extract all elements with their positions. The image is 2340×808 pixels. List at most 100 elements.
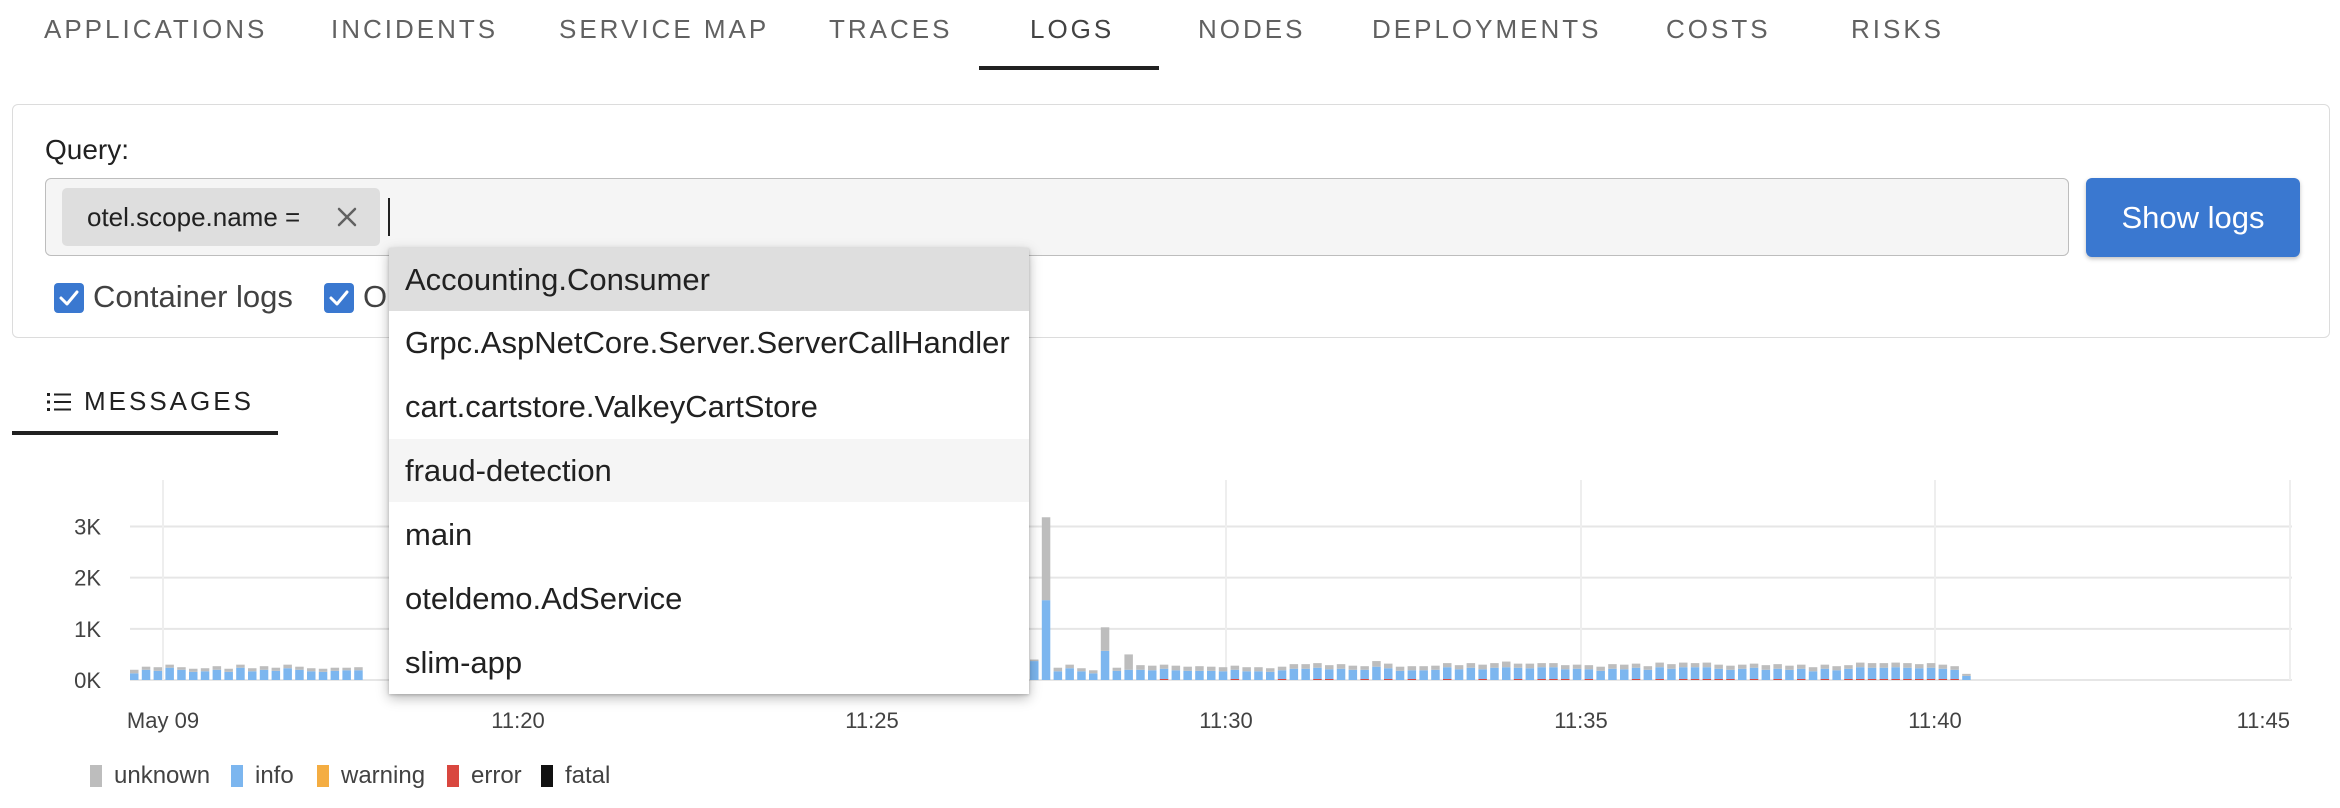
legend-item-warning[interactable]: warning [317, 762, 425, 790]
chart-bar [259, 669, 269, 680]
chart-bar [1584, 665, 1594, 670]
chart-bar [1207, 670, 1216, 680]
chart-bar [1254, 671, 1263, 680]
chart-bar [1832, 670, 1841, 680]
chart-bar [1667, 668, 1676, 680]
dropdown-option[interactable]: Grpc.AspNetCore.Server.ServerCallHandler [389, 311, 1029, 374]
chart-bar [1466, 667, 1476, 680]
chart-bar [1159, 668, 1169, 679]
x-tick-label: 11:30 [1199, 708, 1252, 733]
tab-traces[interactable]: TRACES [829, 14, 952, 45]
chart-bar [1148, 670, 1157, 680]
chart-bar [1785, 669, 1794, 680]
chart-bar [1466, 663, 1476, 668]
chart-bar [1230, 669, 1240, 679]
chart-bar [1325, 665, 1334, 670]
chart-bar [1537, 663, 1546, 668]
chart-bar [1407, 670, 1417, 679]
x-tick-label: 11:45 [2237, 708, 2290, 733]
chart-bar [1938, 678, 1948, 680]
chart-bar [1207, 666, 1216, 671]
chart-bar [1289, 668, 1299, 680]
chart-bar [1773, 668, 1782, 679]
chart-bar [330, 667, 340, 671]
dropdown-option[interactable]: cart.cartstore.ValkeyCartStore [389, 375, 1029, 438]
chart-bar [248, 671, 257, 680]
tab-logs[interactable]: LOGS [1030, 14, 1114, 45]
chart-bar [1702, 662, 1712, 668]
chart-bar [1395, 670, 1405, 680]
chart-bar [1030, 661, 1039, 680]
chart-bar [1195, 670, 1204, 680]
chart-bar [1065, 664, 1074, 669]
chart-bar [212, 666, 222, 670]
chart-bar [1502, 667, 1511, 680]
tab-deployments[interactable]: DEPLOYMENTS [1372, 14, 1602, 45]
chart-bar [1679, 667, 1688, 679]
chart-bar [1856, 678, 1865, 680]
dropdown-option[interactable]: slim-app [389, 631, 1029, 694]
chart-bar [354, 670, 363, 680]
tab-risks[interactable]: RISKS [1851, 14, 1944, 45]
chart-bar [1714, 678, 1723, 680]
chart-bar [1443, 678, 1452, 680]
chart-bar [153, 670, 163, 680]
chart-bar [1277, 670, 1287, 679]
legend-item-fatal[interactable]: fatal [541, 762, 610, 790]
chart-bar [1714, 668, 1723, 679]
chart-bar [1962, 675, 1971, 680]
chart-bar [1454, 665, 1464, 670]
dropdown-option[interactable]: oteldemo.AdService [389, 567, 1029, 630]
chart-bar [1808, 671, 1818, 680]
legend-item-unknown[interactable]: unknown [90, 762, 210, 790]
chart-bar [1513, 663, 1523, 668]
close-icon[interactable] [332, 202, 362, 232]
show-logs-button[interactable]: Show logs [2086, 178, 2300, 257]
container-logs-label: Container logs [93, 279, 293, 314]
dropdown-option[interactable]: Accounting.Consumer [389, 248, 1029, 311]
chart-bar [1443, 667, 1452, 679]
dropdown-option[interactable]: main [389, 503, 1029, 566]
chart-bar [1867, 667, 1877, 679]
chart-bar [1584, 678, 1594, 680]
chart-bar [1053, 667, 1063, 672]
chart-bar [177, 669, 186, 680]
query-filter-chip[interactable]: otel.scope.name = [62, 188, 380, 246]
legend-swatch [90, 765, 102, 787]
otel-logs-checkbox[interactable] [324, 283, 354, 313]
chart-bar [1679, 662, 1688, 668]
tab-incidents[interactable]: INCIDENTS [331, 14, 498, 45]
y-tick-label: 1K [74, 617, 101, 642]
tab-applications[interactable]: APPLICATIONS [44, 14, 267, 45]
legend-item-error[interactable]: error [447, 762, 522, 790]
chart-bar [307, 668, 316, 672]
chart-bar [1053, 671, 1063, 680]
tab-service-map[interactable]: SERVICE MAP [559, 14, 769, 45]
chart-bar [1525, 668, 1535, 680]
chart-bar [1325, 669, 1334, 679]
chart-bar [1832, 666, 1841, 671]
legend-swatch [317, 765, 329, 787]
chart-bar [1915, 664, 1924, 669]
chart-bar [1336, 668, 1346, 680]
chart-bar [1348, 669, 1358, 680]
chart-bar [1702, 667, 1712, 679]
chart-bar [1879, 663, 1889, 668]
tab-costs[interactable]: COSTS [1666, 14, 1771, 45]
chart-bar [1171, 670, 1181, 680]
chart-bar [1360, 666, 1369, 670]
chart-bar [295, 666, 304, 670]
chart-bar [1879, 678, 1889, 680]
chart-bar [236, 667, 245, 680]
chart-bar [1089, 673, 1098, 680]
tab-messages[interactable]: MESSAGES [12, 380, 278, 436]
chart-bar [1608, 664, 1617, 669]
container-logs-checkbox[interactable] [54, 283, 84, 313]
chart-bar [1549, 667, 1558, 679]
legend-item-info[interactable]: info [231, 762, 294, 790]
tab-nodes[interactable]: NODES [1198, 14, 1305, 45]
chart-bar [1443, 663, 1452, 668]
dropdown-option[interactable]: fraud-detection [389, 439, 1029, 502]
chart-bar [1950, 666, 1959, 670]
chart-bar [1844, 665, 1853, 669]
